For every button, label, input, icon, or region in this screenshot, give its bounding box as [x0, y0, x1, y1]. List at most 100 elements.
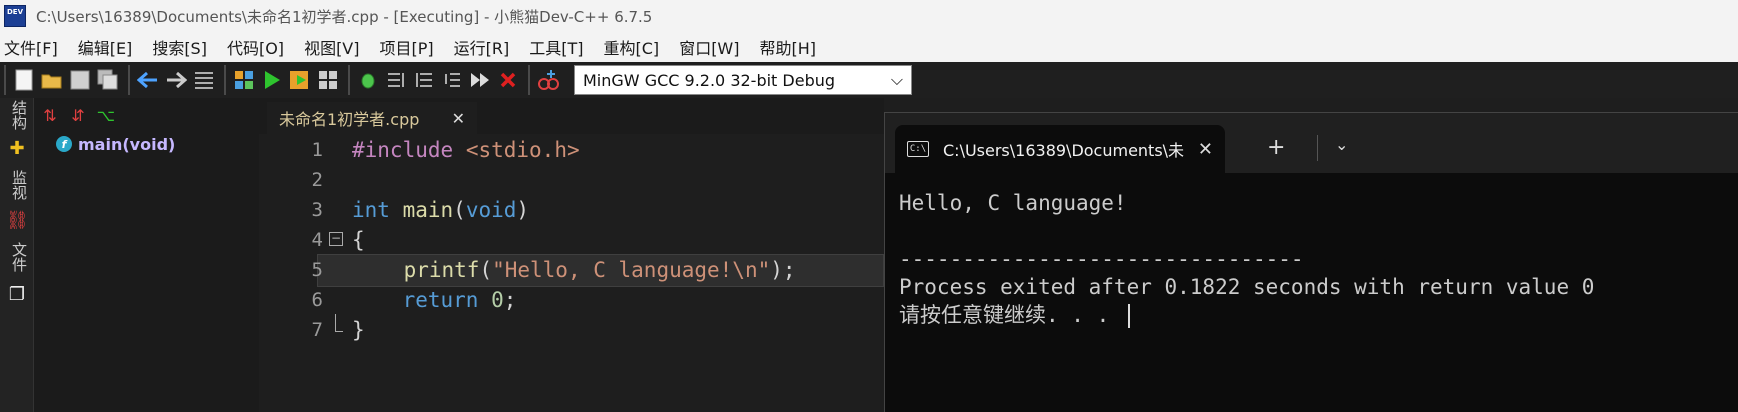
format-code-icon[interactable]: [190, 66, 218, 94]
console-line: Process exited after 0.1822 seconds with…: [899, 275, 1595, 299]
menu-window[interactable]: 窗口[W]: [679, 35, 739, 59]
line-number: 4: [311, 229, 323, 251]
edit-toolbar-group: [128, 65, 222, 95]
new-tab-icon[interactable]: +: [1267, 135, 1285, 160]
title-bar: DEV C:\Users\16389\Documents\未命名1初学者.cpp…: [0, 0, 1738, 32]
code-text: {: [352, 228, 365, 252]
code-text: printf("Hello, C language!\n");: [403, 258, 796, 282]
compile-toolbar-group: [224, 65, 346, 95]
file-tab-label: 未命名1初学者.cpp: [279, 110, 420, 129]
console-line: 请按任意键继续. . .: [899, 303, 1122, 327]
copy-icon: ❐: [8, 284, 26, 305]
code-line: 5: [259, 254, 323, 287]
chevron-down-icon: ⌵: [890, 70, 903, 89]
text-cursor: [1127, 304, 1130, 328]
fold-toggle-icon[interactable]: −: [329, 232, 343, 246]
stop-icon[interactable]: [494, 66, 522, 94]
redo-icon[interactable]: [162, 66, 190, 94]
save-icon[interactable]: [66, 66, 94, 94]
step-into-icon[interactable]: [410, 66, 438, 94]
menu-edit[interactable]: 编辑[E]: [78, 35, 133, 59]
app-icon: DEV: [4, 5, 26, 27]
menu-search[interactable]: 搜索[S]: [152, 35, 207, 59]
file-toolbar-group: [4, 65, 126, 95]
tab-watch[interactable]: 监视: [4, 170, 30, 200]
undo-icon[interactable]: [134, 66, 162, 94]
console-output: Hello, C language! ----------------------…: [899, 189, 1594, 329]
compiler-select[interactable]: MinGW GCC 9.2.0 32-bit Debug ⌵: [574, 65, 912, 95]
code-line: 3 int main(void): [259, 194, 884, 227]
sort-by-type-icon[interactable]: ⇅: [38, 104, 62, 128]
line-number: 7: [311, 319, 323, 341]
run-icon[interactable]: [258, 66, 286, 94]
menu-view[interactable]: 视图[V]: [304, 35, 359, 59]
line-number: 1: [311, 139, 323, 161]
code-text: return 0;: [402, 288, 517, 312]
menu-tools[interactable]: 工具[T]: [529, 35, 583, 59]
chevron-down-icon[interactable]: ⌄: [1335, 135, 1348, 154]
menu-help[interactable]: 帮助[H]: [760, 35, 817, 59]
step-over-icon[interactable]: [382, 66, 410, 94]
debug-watch-icon: ⛓: [6, 210, 29, 231]
step-out-icon[interactable]: [438, 66, 466, 94]
compiler-select-value: MinGW GCC 9.2.0 32-bit Debug: [583, 70, 836, 90]
open-folder-icon[interactable]: [38, 66, 66, 94]
line-number: 2: [311, 169, 323, 191]
tab-structure[interactable]: 结构: [4, 100, 30, 130]
menu-file[interactable]: 文件[F]: [4, 35, 58, 59]
show-inherited-icon[interactable]: ⌥: [94, 104, 118, 128]
problem-toolbar-group: [528, 65, 566, 95]
code-editor[interactable]: 1 #include <stdio.h> 2 3 int main(void) …: [259, 134, 884, 412]
console-tab[interactable]: C:\ C:\Users\16389\Documents\未 ✕: [895, 125, 1225, 173]
code-line: 2: [259, 164, 884, 197]
menu-bar: 文件[F] 编辑[E] 搜索[S] 代码[O] 视图[V] 项目[P] 运行[R…: [0, 32, 1738, 62]
debug-bug-icon[interactable]: [354, 66, 382, 94]
close-icon[interactable]: ✕: [1198, 139, 1213, 160]
menu-project[interactable]: 项目[P]: [380, 35, 434, 59]
menu-run[interactable]: 运行[R]: [454, 35, 510, 59]
function-label: main(void): [78, 134, 176, 154]
compile-icon[interactable]: [230, 66, 258, 94]
console-tab-title: C:\Users\16389\Documents\未: [943, 141, 1185, 160]
file-tab[interactable]: 未命名1初学者.cpp ✕: [267, 102, 477, 134]
window-title: C:\Users\16389\Documents\未命名1初学者.cpp - […: [36, 7, 653, 26]
class-browser: ⇅ ⇵ ⌥ f main(void): [34, 98, 259, 412]
continue-icon[interactable]: [466, 66, 494, 94]
console-window: C:\ C:\Users\16389\Documents\未 ✕ + ⌄ Hel…: [884, 112, 1738, 412]
divider: [1317, 135, 1318, 161]
code-text: #include <stdio.h>: [352, 138, 580, 162]
fold-end-marker: [335, 314, 343, 332]
code-line: 4 − {: [259, 224, 884, 257]
code-line: 7 }: [259, 314, 884, 347]
menu-refactor[interactable]: 重构[C]: [604, 35, 660, 59]
line-number: 5: [311, 259, 323, 281]
add-watch-icon: ✚: [9, 138, 25, 159]
class-browser-toolbar: ⇅ ⇵ ⌥: [34, 98, 259, 134]
code-line: 6 return 0;: [259, 284, 884, 317]
rebuild-icon[interactable]: [314, 66, 342, 94]
tab-files[interactable]: 文件: [4, 242, 30, 272]
save-all-icon[interactable]: [94, 66, 122, 94]
editor-tab-bar: 未命名1初学者.cpp ✕: [259, 98, 884, 134]
left-sidebar: 结构 ✚ 监视 ⛓ 文件 ❐: [0, 98, 34, 412]
debug-toolbar-group: [348, 65, 526, 95]
problem-set-icon[interactable]: [534, 66, 562, 94]
class-browser-item-main[interactable]: f main(void): [34, 134, 259, 154]
code-text: }: [352, 318, 365, 342]
compile-run-icon[interactable]: [286, 66, 314, 94]
line-number: 6: [311, 289, 323, 311]
menu-code[interactable]: 代码[O]: [227, 35, 284, 59]
current-line-highlight: printf("Hello, C language!\n");: [317, 254, 884, 287]
terminal-icon: C:\: [907, 141, 929, 157]
close-icon[interactable]: ✕: [452, 109, 465, 128]
toolbar: MinGW GCC 9.2.0 32-bit Debug ⌵: [0, 62, 1738, 98]
new-file-icon[interactable]: [10, 66, 38, 94]
code-line: 1 #include <stdio.h>: [259, 134, 884, 167]
sort-alpha-icon[interactable]: ⇵: [66, 104, 90, 128]
code-text: int main(void): [352, 198, 530, 222]
console-line: --------------------------------: [899, 247, 1304, 271]
console-line: Hello, C language!: [899, 191, 1127, 215]
console-tab-bar: C:\ C:\Users\16389\Documents\未 ✕ + ⌄: [885, 113, 1738, 173]
function-icon: f: [56, 136, 72, 152]
